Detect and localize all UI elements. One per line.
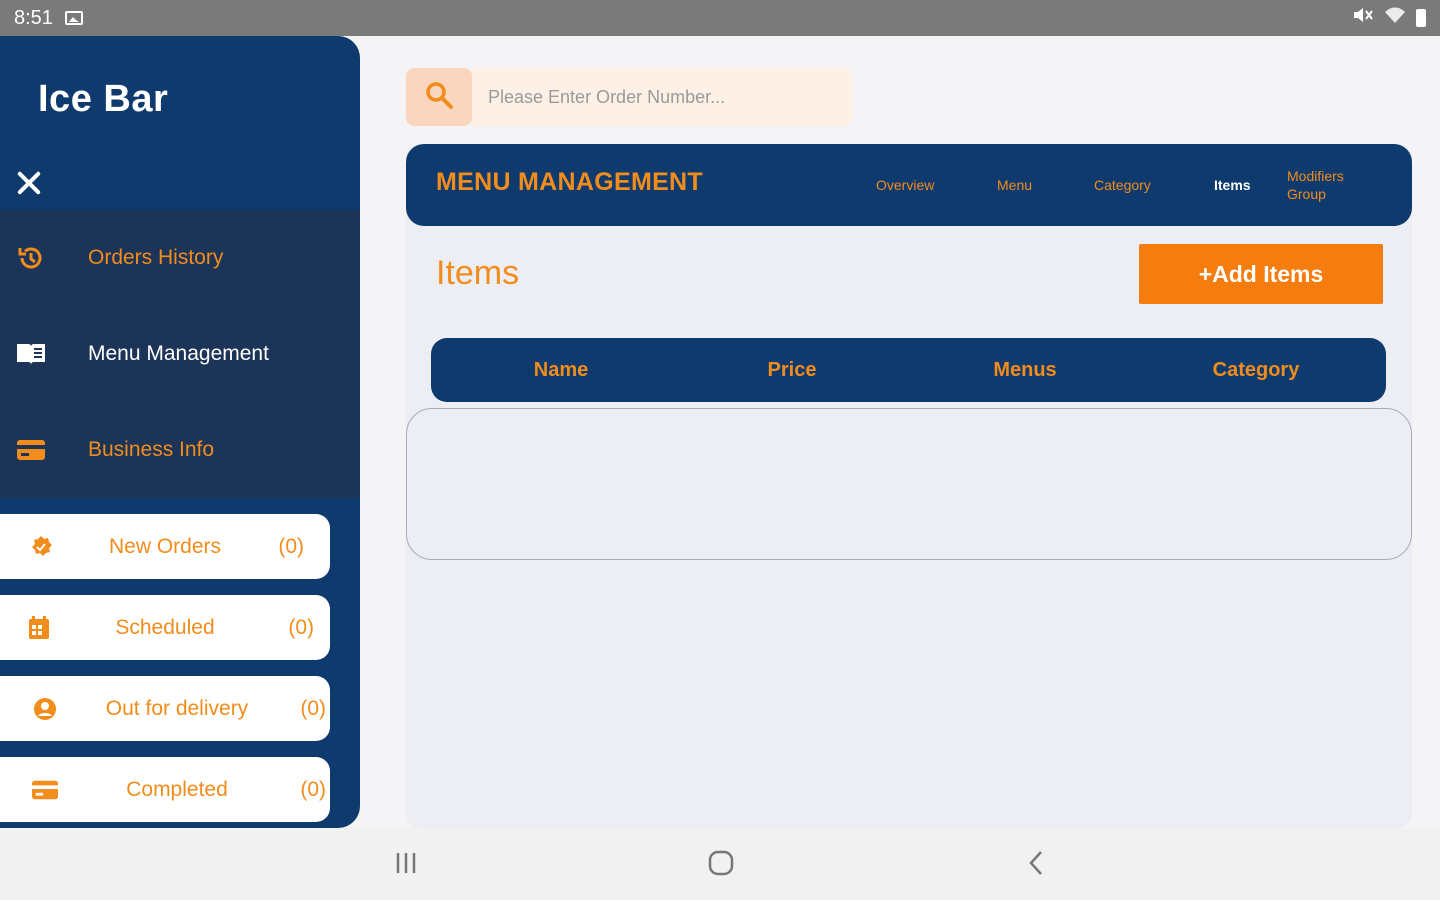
mute-icon <box>1352 6 1374 30</box>
brand-title: Ice Bar <box>38 78 169 120</box>
recent-apps-icon[interactable] <box>391 848 421 878</box>
order-card-count: (0) <box>288 615 314 639</box>
order-card-out-for-delivery[interactable]: Out for delivery (0) <box>0 676 330 741</box>
order-card-count: (0) <box>300 777 326 801</box>
image-notification-icon <box>64 11 83 25</box>
order-card-new-orders[interactable]: New Orders (0) <box>0 514 330 579</box>
main-content: MENU MANAGEMENT Overview Menu Category I… <box>360 36 1440 828</box>
column-header-price[interactable]: Price <box>768 338 817 402</box>
column-header-name[interactable]: Name <box>534 338 588 402</box>
battery-icon <box>1416 9 1426 27</box>
order-card-count: (0) <box>278 534 304 558</box>
order-card-completed[interactable]: Completed (0) <box>0 757 330 822</box>
search-icon <box>424 80 454 115</box>
sidebar-nav: Orders History Menu Management Business … <box>0 210 360 498</box>
column-header-category[interactable]: Category <box>1213 338 1300 402</box>
back-icon[interactable] <box>1021 848 1051 878</box>
card-icon <box>14 433 48 467</box>
page-section-title: MENU MANAGEMENT <box>436 168 703 196</box>
system-nav-bar <box>0 828 1440 900</box>
order-status-list: New Orders (0) Scheduled (0) Out for del… <box>0 498 360 822</box>
sidebar-item-label: Menu Management <box>88 342 269 365</box>
tab-modifiers-group[interactable]: Modifiers Group <box>1287 144 1367 226</box>
add-items-button[interactable]: +Add Items <box>1139 244 1383 304</box>
sidebar-item-label: Orders History <box>88 246 224 269</box>
tab-category[interactable]: Category <box>1094 144 1151 226</box>
tab-items[interactable]: Items <box>1214 144 1251 226</box>
status-time: 8:51 <box>14 6 53 29</box>
search-button[interactable] <box>406 68 472 126</box>
order-card-label: Out for delivery <box>105 696 249 720</box>
search-input[interactable] <box>472 68 852 126</box>
sidebar-item-label: Business Info <box>88 438 215 461</box>
menu-management-panel: MENU MANAGEMENT Overview Menu Category I… <box>406 144 1412 828</box>
history-icon <box>14 241 48 275</box>
page-title: Items <box>436 254 520 292</box>
column-header-menus[interactable]: Menus <box>993 338 1056 402</box>
table-header: Name Price Menus Category <box>431 338 1386 402</box>
search-bar <box>406 68 852 126</box>
close-icon[interactable] <box>12 166 46 200</box>
order-card-scheduled[interactable]: Scheduled (0) <box>0 595 330 660</box>
items-table-body <box>406 408 1412 560</box>
sidebar-item-menu-management[interactable]: Menu Management <box>0 306 360 402</box>
order-card-count: (0) <box>300 696 326 720</box>
book-icon <box>14 337 48 371</box>
sidebar: Ice Bar Orders History Menu Management B… <box>0 36 360 828</box>
order-card-label: Completed <box>126 777 228 801</box>
sidebar-item-orders-history[interactable]: Orders History <box>0 210 360 306</box>
tab-overview[interactable]: Overview <box>876 144 934 226</box>
status-bar: 8:51 <box>0 0 1440 36</box>
home-icon[interactable] <box>706 848 736 878</box>
sidebar-item-business-info[interactable]: Business Info <box>0 402 360 498</box>
tab-menu[interactable]: Menu <box>997 144 1032 226</box>
menu-management-header: MENU MANAGEMENT Overview Menu Category I… <box>406 144 1412 226</box>
order-card-label: Scheduled <box>115 615 215 639</box>
wifi-icon <box>1384 6 1406 30</box>
